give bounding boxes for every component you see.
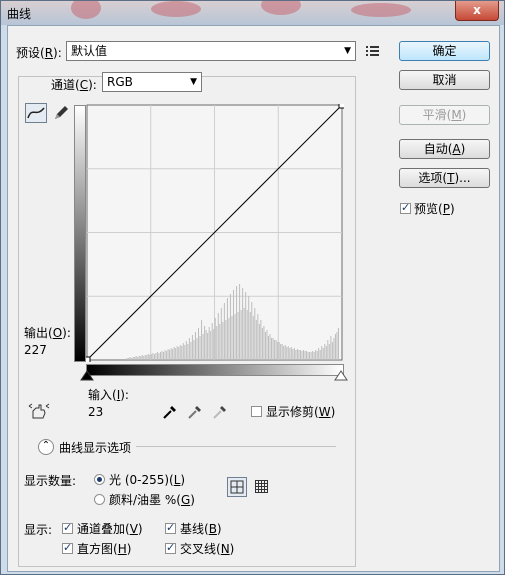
auto-button[interactable]: 自动(A) xyxy=(399,139,490,159)
input-gradient-bar xyxy=(86,364,344,376)
display-options-label: 曲线显示选项 xyxy=(59,441,132,455)
white-point-slider[interactable] xyxy=(334,370,348,382)
intersection-label: 交叉线(N) xyxy=(180,542,235,556)
title-bar-decoration xyxy=(351,3,411,17)
title-bar-decoration xyxy=(151,1,201,17)
preset-select[interactable]: 默认值 ▼ xyxy=(66,41,356,61)
curve-control-point[interactable] xyxy=(86,356,91,362)
options-button[interactable]: 选项(T)... xyxy=(399,168,490,188)
light-radio[interactable] xyxy=(94,474,105,485)
light-label: 光 (0-255)(L) xyxy=(109,473,186,487)
chevron-down-icon: ▼ xyxy=(344,46,351,56)
channel-select[interactable]: RGB ▼ xyxy=(102,72,202,92)
channel-overlays-checkbox[interactable] xyxy=(62,521,73,534)
smooth-button[interactable]: 平滑(M) xyxy=(399,105,490,125)
show-amount-label: 显示数量: xyxy=(24,474,77,488)
preview-label: 预览(P) xyxy=(414,202,455,216)
cancel-button[interactable]: 取消 xyxy=(399,70,490,90)
white-eyedropper-icon[interactable] xyxy=(211,403,229,421)
gray-eyedropper-icon[interactable] xyxy=(186,403,204,421)
options-divider xyxy=(136,446,336,447)
output-label: 输出(O): xyxy=(24,326,71,340)
collapse-options-button[interactable]: ⌃ xyxy=(38,439,54,455)
histogram-label: 直方图(H) xyxy=(77,542,132,556)
preview-checkbox[interactable] xyxy=(400,201,411,214)
targeted-adjustment-icon[interactable] xyxy=(28,402,50,422)
input-value[interactable]: 23 xyxy=(88,405,103,419)
baseline-checkbox[interactable] xyxy=(165,521,176,534)
curve-control-point[interactable] xyxy=(338,104,344,109)
dialog-body: 预设(R): 默认值 ▼ 确定 取消 平滑(M) 自动(A) 选项(T)... 预… xyxy=(7,25,500,572)
preset-menu-icon[interactable] xyxy=(366,45,380,57)
title-bar-decoration xyxy=(71,1,101,19)
pencil-icon xyxy=(55,106,68,119)
input-label: 输入(I): xyxy=(88,388,129,402)
title-bar-decoration xyxy=(261,1,301,15)
window-title: 曲线 xyxy=(7,7,32,21)
close-icon: x xyxy=(473,3,481,17)
output-gradient-bar xyxy=(74,105,86,362)
simple-grid-toggle[interactable] xyxy=(227,477,247,497)
preset-value: 默认值 xyxy=(71,44,108,58)
channel-label: 通道(C): xyxy=(51,78,97,92)
ok-button[interactable]: 确定 xyxy=(399,41,490,61)
channel-value: RGB xyxy=(107,75,133,89)
curves-dialog: 曲线 x 预设(R): 默认值 ▼ 确定 取消 平滑(M) 自动(A) 选项(T)… xyxy=(0,0,505,575)
chevron-down-icon: ▼ xyxy=(190,77,197,87)
curve-graph[interactable] xyxy=(86,104,344,362)
pigment-label: 颜料/油墨 %(G) xyxy=(109,493,195,507)
intersection-checkbox[interactable] xyxy=(165,541,176,554)
channel-overlays-label: 通道叠加(V) xyxy=(77,522,143,536)
show-label: 显示: xyxy=(24,523,53,537)
output-value[interactable]: 227 xyxy=(24,343,47,357)
black-eyedropper-icon[interactable] xyxy=(161,403,179,421)
preset-label: 预设(R): xyxy=(16,46,62,60)
baseline-label: 基线(B) xyxy=(180,522,222,536)
chevron-up-icon: ⌃ xyxy=(41,440,51,451)
show-clipping-label: 显示修剪(W) xyxy=(266,405,336,419)
title-bar[interactable]: 曲线 x xyxy=(1,1,504,25)
show-clipping-checkbox[interactable] xyxy=(251,406,262,417)
close-button[interactable]: x xyxy=(455,1,499,21)
histogram-checkbox[interactable] xyxy=(62,541,73,554)
pencil-tool[interactable] xyxy=(51,103,73,123)
detailed-grid-toggle[interactable] xyxy=(254,479,270,495)
black-point-slider[interactable] xyxy=(80,370,94,382)
pigment-radio[interactable] xyxy=(94,494,105,505)
curve-point-tool[interactable] xyxy=(25,103,47,123)
curve-edit-icon xyxy=(27,107,45,119)
